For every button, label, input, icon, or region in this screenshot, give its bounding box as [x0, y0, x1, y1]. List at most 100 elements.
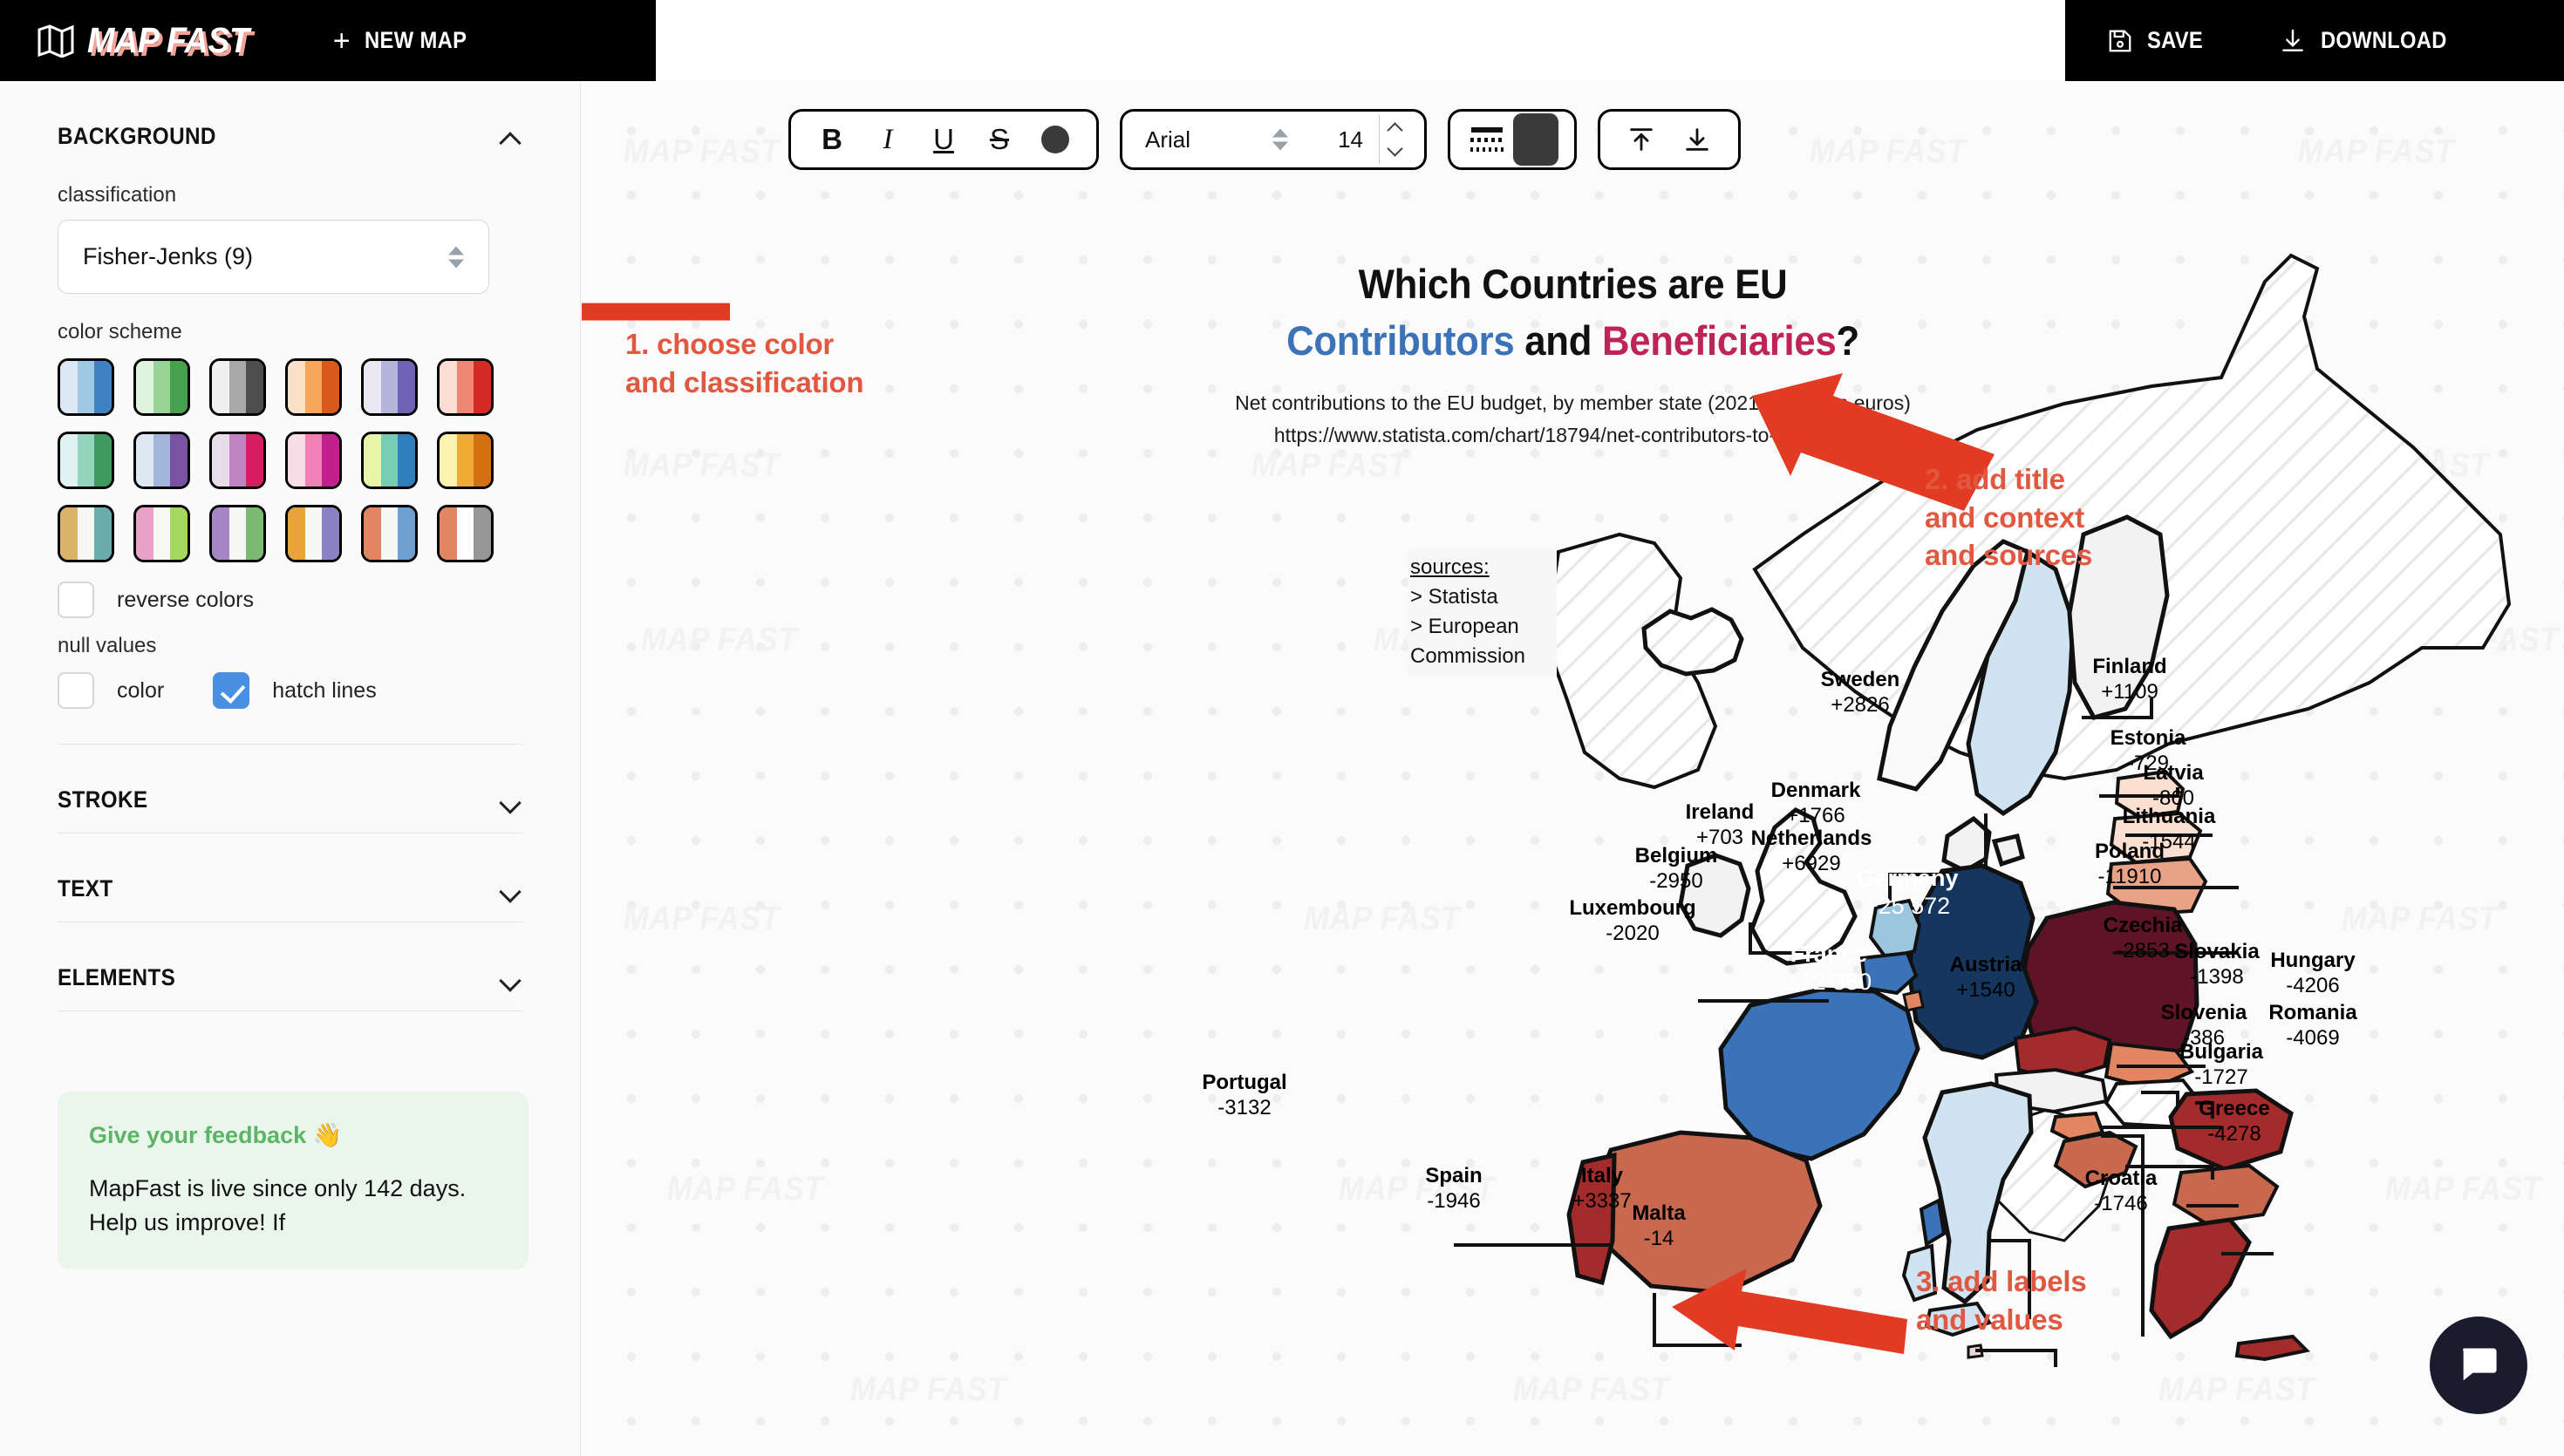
map-label-portugal[interactable]: Portugal -3132: [1175, 1071, 1314, 1121]
map-label-hungary[interactable]: Hungary -4206: [2243, 949, 2383, 999]
map-label-austria[interactable]: Austria +1540: [1916, 953, 2056, 1004]
swatch-band: [380, 507, 399, 560]
map-label-value: -3132: [1217, 1095, 1272, 1119]
color-scheme-swatch-5[interactable]: [437, 358, 494, 416]
swatch-band: [304, 507, 323, 560]
map-label-france[interactable]: France +12 380: [1759, 940, 1899, 997]
null-color-checkbox[interactable]: [58, 672, 94, 709]
color-scheme-swatch-9[interactable]: [285, 432, 342, 489]
italic-button[interactable]: I: [863, 114, 913, 165]
map-label-romania[interactable]: Romania -4069: [2243, 1001, 2383, 1051]
map-label-ireland[interactable]: Ireland +703: [1650, 800, 1790, 851]
null-hatch-checkbox[interactable]: [213, 672, 250, 709]
bring-to-front-button[interactable]: [1616, 114, 1667, 165]
swatch-band: [456, 434, 474, 486]
swatch-band: [153, 507, 171, 560]
swatch-band: [398, 507, 415, 560]
map-label-croatia[interactable]: Croatia -1746: [2051, 1167, 2191, 1217]
sidebar-section-background[interactable]: BACKGROUND: [58, 81, 522, 169]
top-bar-left: MAP FAST + NEW MAP: [0, 0, 656, 81]
new-map-button[interactable]: + NEW MAP: [333, 26, 481, 56]
country-iceland[interactable]: [1641, 607, 1744, 677]
underline-button[interactable]: U: [918, 114, 969, 165]
swatch-band: [60, 361, 78, 413]
app-logo-text: MAP FAST: [87, 20, 249, 60]
map-label-name: Czechia: [2103, 914, 2183, 937]
color-scheme-swatch-11[interactable]: [437, 432, 494, 489]
sources-box[interactable]: sources: > Statista > European Commissio…: [1408, 550, 1557, 677]
map-label-poland[interactable]: Poland -11910: [2060, 840, 2199, 890]
classification-select[interactable]: Fisher-Jenks (9): [58, 220, 489, 294]
color-scheme-swatch-16[interactable]: [361, 505, 418, 562]
color-scheme-swatch-15[interactable]: [285, 505, 342, 562]
country-greece-crete[interactable]: [2234, 1334, 2311, 1362]
map-label-luxembourg[interactable]: Luxembourg -2020: [1563, 896, 1702, 947]
sidebar-section-elements[interactable]: ELEMENTS: [58, 922, 522, 1010]
send-to-back-button[interactable]: [1672, 114, 1722, 165]
strikethrough-button[interactable]: S: [974, 114, 1025, 165]
map-logo-icon: [37, 24, 75, 58]
country-france[interactable]: [1718, 987, 1920, 1161]
sidebar-section-stroke[interactable]: STROKE: [58, 745, 522, 833]
text-color-button[interactable]: [1030, 114, 1081, 165]
color-scheme-swatch-17[interactable]: [437, 505, 494, 562]
font-family-value: Arial: [1145, 126, 1191, 153]
top-bar-center-spacer: [656, 0, 2065, 81]
chevron-down-icon: [500, 878, 522, 901]
map-label-spain[interactable]: Spain -1946: [1384, 1164, 1524, 1214]
map-title-line1: Which Countries are EU: [1358, 261, 1788, 307]
swatch-band: [288, 507, 305, 560]
font-size-value[interactable]: 14: [1300, 126, 1368, 153]
save-button[interactable]: SAVE: [2107, 27, 2211, 54]
reverse-colors-checkbox[interactable]: [58, 582, 94, 618]
fill-group: [1448, 109, 1577, 170]
font-size-stepper[interactable]: [1379, 115, 1408, 164]
map-label-greece[interactable]: Greece -4278: [2165, 1097, 2304, 1147]
null-values-row: color hatch lines: [58, 672, 522, 709]
map-label-sweden[interactable]: Sweden +2826: [1790, 668, 1930, 718]
color-scheme-swatch-3[interactable]: [285, 358, 342, 416]
download-button[interactable]: DOWNLOAD: [2279, 27, 2464, 55]
color-scheme-swatch-14[interactable]: [209, 505, 266, 562]
font-family-select[interactable]: Arial: [1138, 114, 1295, 165]
map-label-finland[interactable]: Finland +1109: [2060, 655, 2199, 705]
map-label-belgium[interactable]: Belgium -2950: [1606, 844, 1746, 895]
bold-button[interactable]: B: [807, 114, 857, 165]
map-label-latvia[interactable]: Latvia -860: [2104, 761, 2243, 812]
color-scheme-swatch-7[interactable]: [133, 432, 190, 489]
app-logo[interactable]: MAP FAST: [37, 20, 263, 61]
swatch-band: [364, 507, 381, 560]
color-scheme-swatch-6[interactable]: [58, 432, 114, 489]
map-label-malta[interactable]: Malta -14: [1589, 1201, 1729, 1252]
map-canvas[interactable]: MAP FAST MAP FAST MAP FAST MAP FAST MAP FAST…: [582, 81, 2564, 1456]
text-lines-icon[interactable]: [1466, 122, 1508, 157]
color-scheme-swatch-12[interactable]: [58, 505, 114, 562]
color-scheme-swatch-4[interactable]: [361, 358, 418, 416]
map-label-name: Italy: [1580, 1164, 1624, 1187]
swatch-band: [77, 507, 95, 560]
annotation-1: 1. choose color and classification: [625, 328, 864, 398]
color-dot-icon: [1041, 126, 1069, 153]
sidebar-section-text[interactable]: TEXT: [58, 833, 522, 922]
color-scheme-swatch-2[interactable]: [209, 358, 266, 416]
color-scheme-swatch-10[interactable]: [361, 432, 418, 489]
fill-color-swatch[interactable]: [1513, 113, 1558, 166]
map-label-value: -2950: [1649, 868, 1703, 893]
map-label-value: -14: [1643, 1226, 1674, 1250]
color-scheme-grid: [58, 358, 494, 562]
chat-support-button[interactable]: [2430, 1317, 2527, 1414]
swatch-band: [288, 434, 305, 486]
swatch-band: [440, 361, 457, 413]
color-scheme-swatch-1[interactable]: [133, 358, 190, 416]
chevron-down-icon: [1388, 146, 1401, 154]
color-scheme-swatch-0[interactable]: [58, 358, 114, 416]
color-scheme-swatch-8[interactable]: [209, 432, 266, 489]
sources-item-1: > European Commission: [1410, 615, 1526, 669]
color-scheme-swatch-13[interactable]: [133, 505, 190, 562]
country-denmark[interactable]: [1941, 815, 2025, 874]
swatch-band: [322, 507, 339, 560]
map-label-value: -11910: [2097, 864, 2162, 888]
map-label-czechia[interactable]: Czechia -2853: [2073, 914, 2213, 964]
map-label-value: -1727: [2194, 1065, 2248, 1089]
feedback-title: Give your feedback 👋: [89, 1122, 343, 1148]
